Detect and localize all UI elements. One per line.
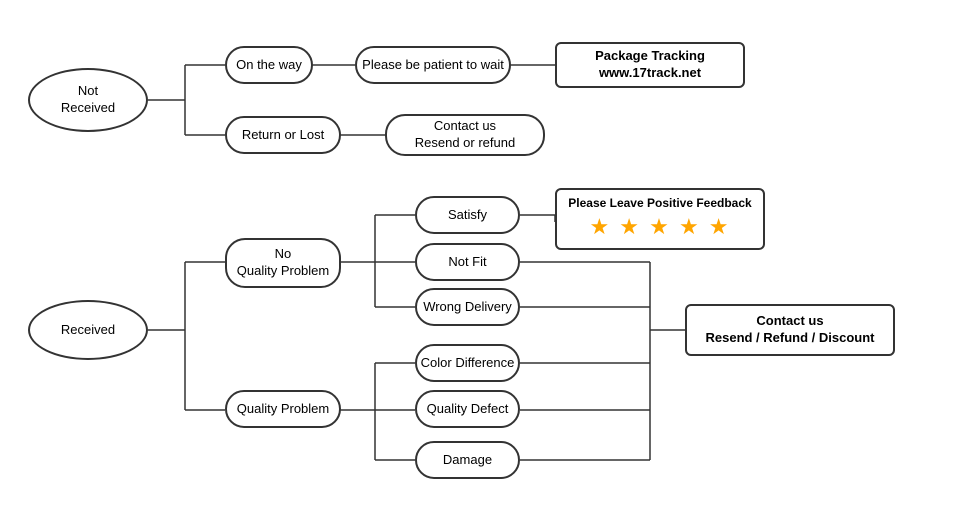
package-tracking-node: Package Tracking www.17track.net bbox=[555, 42, 745, 88]
feedback-box: Please Leave Positive Feedback ★ ★ ★ ★ ★ bbox=[555, 188, 765, 250]
wrong-delivery-node: Wrong Delivery bbox=[415, 288, 520, 326]
satisfy-node: Satisfy bbox=[415, 196, 520, 234]
damage-node: Damage bbox=[415, 441, 520, 479]
feedback-title: Please Leave Positive Feedback bbox=[567, 196, 753, 210]
received-node: Received bbox=[28, 300, 148, 360]
stars: ★ ★ ★ ★ ★ bbox=[567, 214, 753, 240]
quality-defect-node: Quality Defect bbox=[415, 390, 520, 428]
not-fit-node: Not Fit bbox=[415, 243, 520, 281]
not-received-node: Not Received bbox=[28, 68, 148, 132]
quality-problem-node: Quality Problem bbox=[225, 390, 341, 428]
contact-resend-refund-discount-node: Contact us Resend / Refund / Discount bbox=[685, 304, 895, 356]
patient-node: Please be patient to wait bbox=[355, 46, 511, 84]
on-the-way-node: On the way bbox=[225, 46, 313, 84]
diagram: Not Received On the way Return or Lost P… bbox=[0, 0, 960, 513]
color-difference-node: Color Difference bbox=[415, 344, 520, 382]
no-quality-problem-node: No Quality Problem bbox=[225, 238, 341, 288]
contact-resend-refund-node: Contact us Resend or refund bbox=[385, 114, 545, 156]
return-or-lost-node: Return or Lost bbox=[225, 116, 341, 154]
